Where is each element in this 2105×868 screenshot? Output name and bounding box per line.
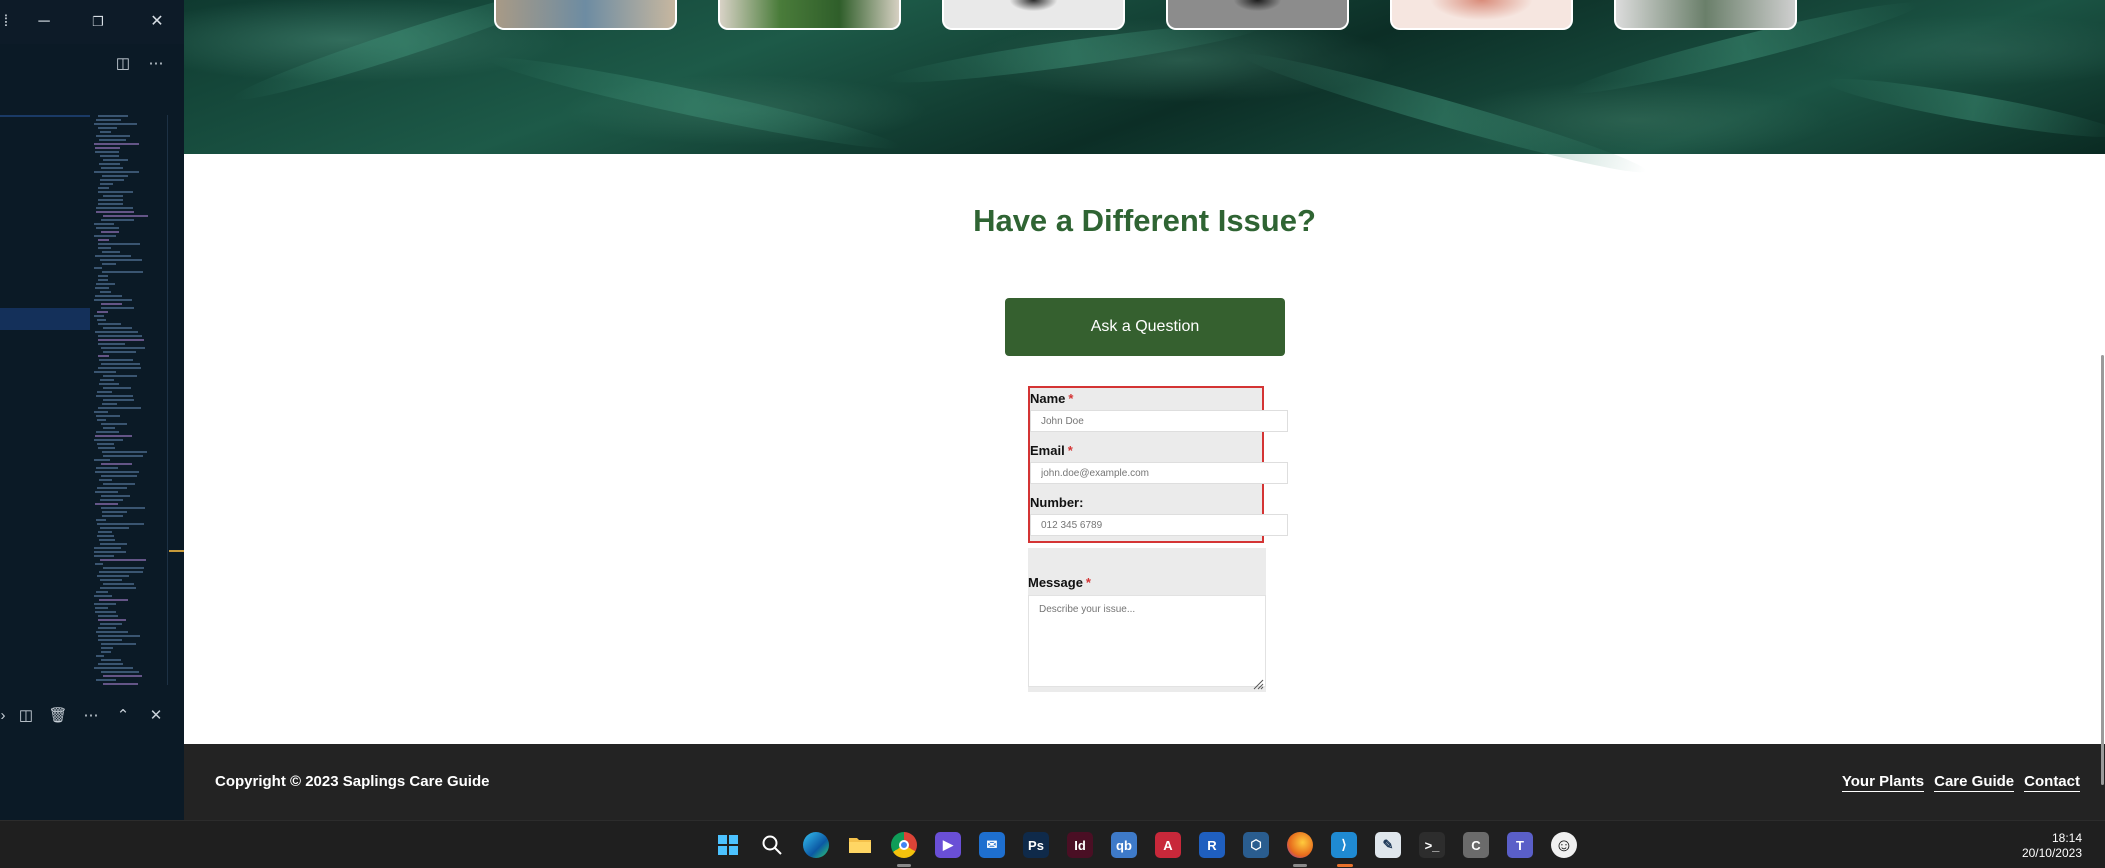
site-footer: Copyright © 2023 Saplings Care Guide You… [184,744,2105,820]
running-indicator [1293,864,1307,867]
footer-link-your-plants[interactable]: Your Plants [1841,773,1925,792]
vscode-icon[interactable]: ⟩ [1331,832,1357,858]
close-icon[interactable]: ✕ [145,10,169,34]
close-panel-icon[interactable]: ✕ [145,706,167,728]
chevron-icon[interactable]: › [0,706,14,728]
email-label: Email * [1030,443,1073,458]
autocad-icon[interactable]: A [1155,832,1181,858]
email-input[interactable] [1030,462,1288,484]
editor-scrollbar[interactable] [167,115,168,685]
system-clock[interactable]: 18:14 20/10/2023 [2022,831,2082,861]
hero-plant-background [184,0,2105,184]
ask-question-button[interactable]: Ask a Question [1005,298,1285,356]
scroll-position-marker [169,550,184,552]
media-player-icon[interactable]: ▶ [935,832,961,858]
page-scrollbar[interactable] [2101,355,2104,785]
plant-card-5[interactable] [1390,0,1573,30]
windows-taskbar: ▶ ✉ Ps Id qb A R ⬡ ⟩ ✎ >_ C T ☺ 18:14 20/10/2023 [0,820,2105,868]
file-explorer-icon[interactable] [847,832,873,858]
photoshop-icon[interactable]: Ps [1023,832,1049,858]
restore-icon[interactable]: ❐ [86,10,110,34]
emoji-app-icon[interactable]: ☺ [1551,832,1577,858]
number-label: Number: [1030,495,1084,510]
more-actions-icon[interactable]: ⋯ [80,706,102,728]
teams-icon[interactable]: T [1507,832,1533,858]
search-icon[interactable] [759,832,785,858]
minimize-icon[interactable]: ─ [32,10,56,34]
number-input[interactable] [1030,514,1288,536]
message-label: Message * [1028,575,1091,590]
copyright-text: Copyright © 2023 Saplings Care Guide [215,773,490,790]
running-indicator [897,864,911,867]
clock-time: 18:14 [2051,831,2082,845]
notepad-icon[interactable]: ✎ [1375,832,1401,858]
terminal-panel-toolbar: › ◫ 🗑 ⋯ ⌃ ✕ [0,700,184,734]
footer-link-contact[interactable]: Contact [2024,773,2080,792]
split-terminal-icon[interactable]: ◫ [15,706,37,728]
plant-card-1[interactable] [494,0,677,30]
plant-card-2[interactable] [718,0,901,30]
chrome-icon[interactable] [891,832,917,858]
layout-icon[interactable]: ⁞ [0,10,18,34]
editor-titlebar: ⁞ ─ ❐ ✕ [0,0,184,44]
clock-date: 20/10/2023 [2021,846,2082,860]
revit-icon[interactable]: R [1199,832,1225,858]
mail-icon[interactable]: ✉ [979,832,1005,858]
more-actions-icon[interactable]: ⋯ [145,54,167,76]
resize-handle-icon[interactable] [1252,678,1264,690]
explorer-divider [0,115,90,117]
qbittorrent-icon[interactable]: qb [1111,832,1137,858]
virtualbox-icon[interactable]: ⬡ [1243,832,1269,858]
trash-icon[interactable]: 🗑 [47,706,69,728]
running-indicator [1337,864,1353,867]
terminal-icon[interactable]: >_ [1419,832,1445,858]
start-icon[interactable] [715,832,741,858]
ccleaner-icon[interactable]: C [1463,832,1489,858]
plant-card-6[interactable] [1614,0,1797,30]
footer-link-care-guide[interactable]: Care Guide [1934,773,2015,792]
edge-icon[interactable] [803,832,829,858]
split-editor-icon[interactable]: ◫ [112,54,134,76]
indesign-icon[interactable]: Id [1067,832,1093,858]
footer-nav: Your Plants Care Guide Contact [1841,773,2080,792]
firefox-icon[interactable] [1287,832,1313,858]
plant-card-3[interactable] [942,0,1125,30]
message-section: Message * [1028,548,1266,692]
plant-card-4[interactable] [1166,0,1349,30]
maximize-panel-icon[interactable]: ⌃ [112,706,134,728]
web-page: Have a Different Issue? Ask a Question N… [184,0,2105,820]
contact-form: Name* Email* Number: [1028,386,1288,543]
message-textarea[interactable] [1028,595,1266,687]
selected-file-row[interactable] [0,308,90,330]
section-title: Have a Different Issue? [973,203,1316,238]
name-input[interactable] [1030,410,1288,432]
code-editor-window: ⁞ ─ ❐ ✕ ◫ ⋯ › ◫ 🗑 ⋯ ⌃ ✕ [0,0,184,820]
minimap[interactable] [94,115,166,685]
name-label: Name * [1030,391,1074,406]
